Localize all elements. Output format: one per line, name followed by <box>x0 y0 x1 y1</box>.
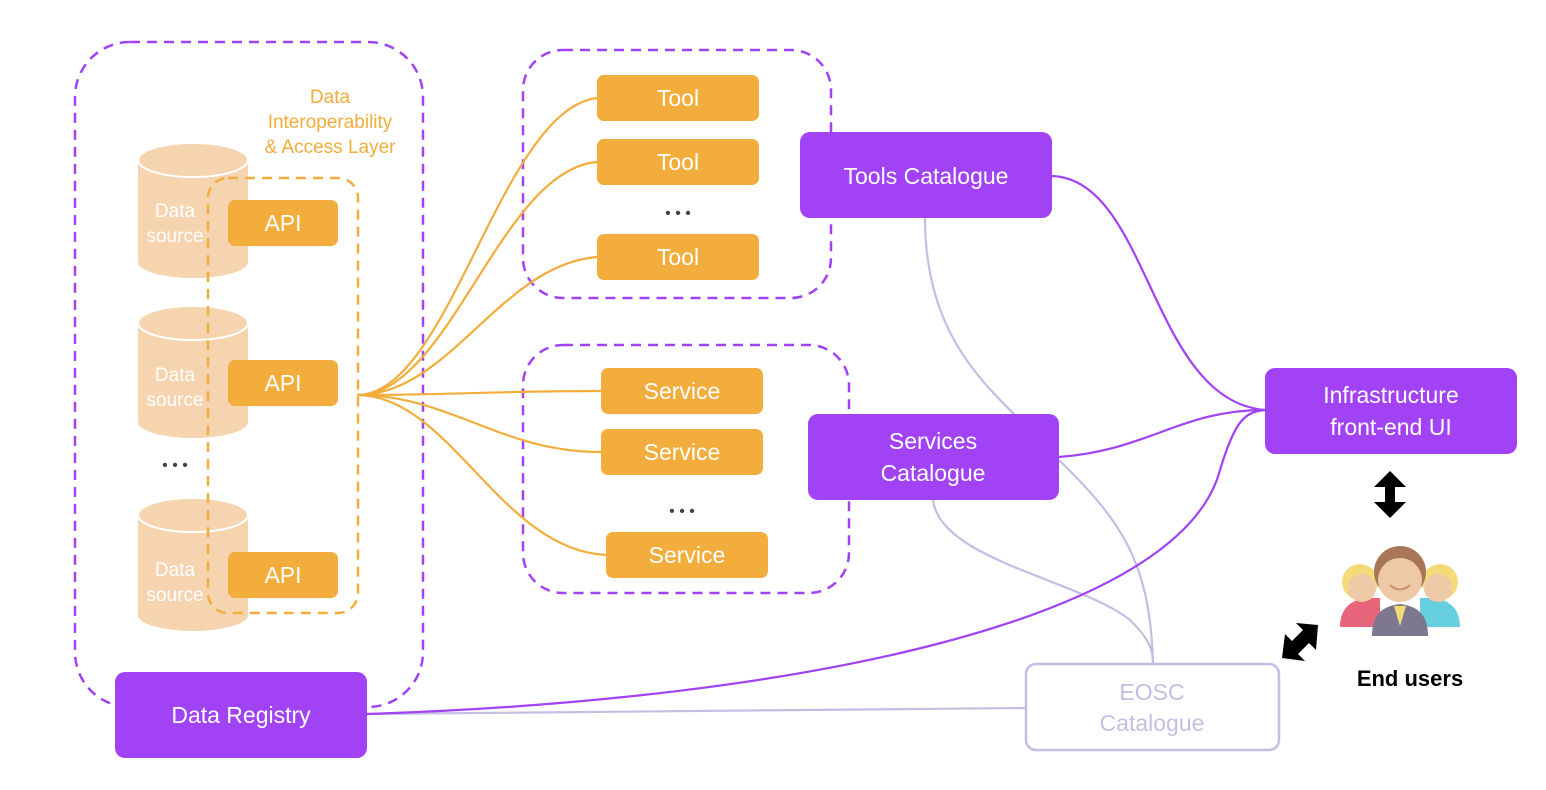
data-source-label: source <box>146 226 203 247</box>
end-users-label: End users <box>1357 666 1463 691</box>
tools-catalogue-label: Tools Catalogue <box>844 163 1009 189</box>
data-source-label: source <box>146 585 203 606</box>
double-arrow-diagonal-icon <box>1282 623 1318 661</box>
tools-ellipsis: • • • <box>665 205 691 222</box>
services-catalogue-label: Catalogue <box>881 460 986 486</box>
layer-label: Data <box>310 87 351 108</box>
api-label: API <box>264 562 301 588</box>
infrastructure-ui-label: front-end UI <box>1330 414 1451 440</box>
layer-label: & Access Layer <box>265 137 397 158</box>
api-label: API <box>264 210 301 236</box>
data-source-ellipsis: • • • <box>162 457 188 474</box>
services-catalogue-box[interactable] <box>808 414 1059 500</box>
tool-label: Tool <box>657 244 699 270</box>
infrastructure-ui-label: Infrastructure <box>1323 382 1459 408</box>
data-source-label: Data <box>155 201 196 222</box>
api-label: API <box>264 370 301 396</box>
eosc-catalogue-box[interactable] <box>1024 662 1281 752</box>
infrastructure-ui-box[interactable] <box>1265 368 1517 454</box>
data-registry-label: Data Registry <box>171 702 311 728</box>
double-arrow-vertical-icon <box>1374 471 1406 518</box>
eosc-catalogue-label: Catalogue <box>1100 710 1205 736</box>
service-label: Service <box>649 542 726 568</box>
data-source-label: Data <box>155 560 196 581</box>
services-catalogue-label: Services <box>889 428 977 454</box>
services-ellipsis: • • • <box>669 503 695 520</box>
tool-label: Tool <box>657 149 699 175</box>
tool-label: Tool <box>657 85 699 111</box>
service-label: Service <box>644 378 721 404</box>
data-source-label: Data <box>155 365 196 386</box>
users-icon <box>1340 546 1460 636</box>
layer-label: Interoperability <box>268 112 393 133</box>
service-label: Service <box>644 439 721 465</box>
diagram-svg: Data source Data source Data source • • … <box>73 40 1517 758</box>
data-source-label: source <box>146 390 203 411</box>
eosc-catalogue-label: EOSC <box>1119 679 1184 705</box>
architecture-diagram: Data source Data source Data source • • … <box>0 0 1546 790</box>
api-connectors <box>356 96 607 557</box>
